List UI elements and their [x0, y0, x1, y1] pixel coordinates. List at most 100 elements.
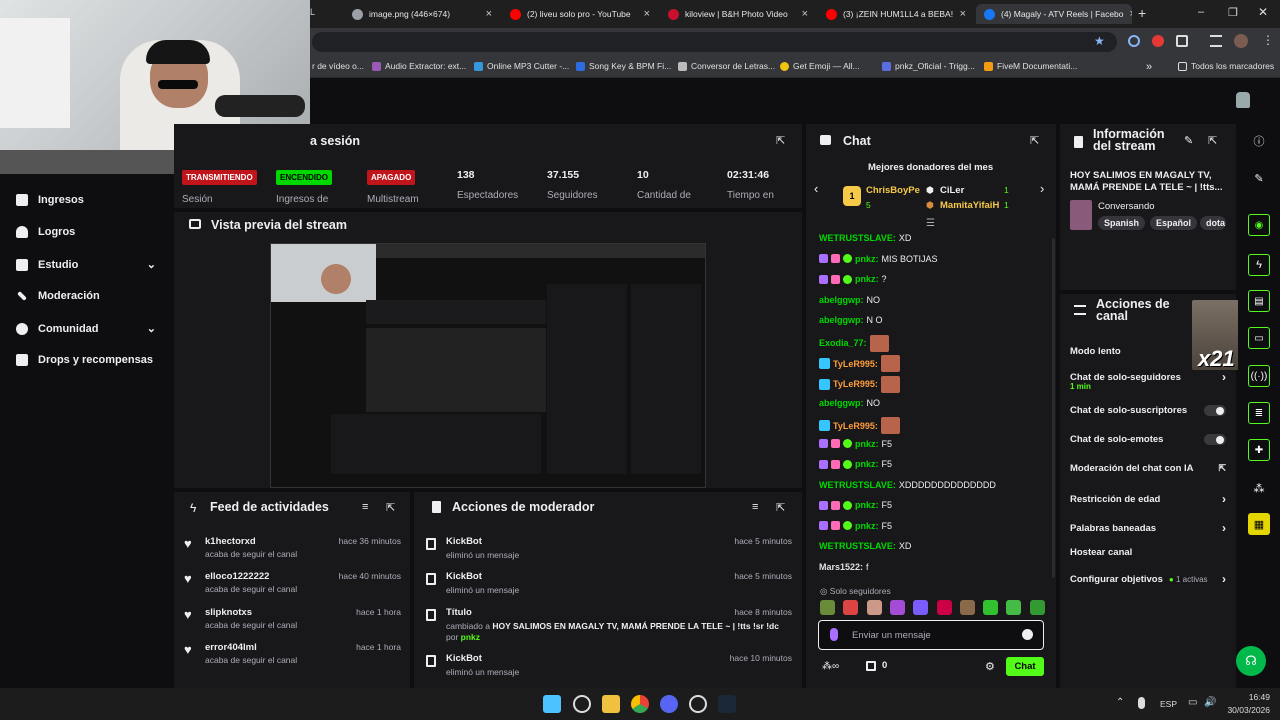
emote-picker-item[interactable] — [913, 600, 929, 615]
bookmark-7[interactable]: FiveM Documentati... — [984, 61, 1077, 71]
feed-user[interactable]: elloco1222222 — [205, 571, 269, 582]
category-thumbnail[interactable] — [1070, 200, 1092, 230]
mic-icon[interactable] — [1138, 697, 1145, 709]
all-bookmarks[interactable]: Todos los marcadores — [1178, 61, 1274, 71]
chat-username[interactable]: WETRUSTSLAVE: — [819, 480, 896, 490]
chat-username[interactable]: pnkz: — [855, 500, 879, 510]
sliders-icon[interactable]: ≣ — [1248, 402, 1270, 424]
bookmark-1[interactable]: Audio Extractor: ext... — [372, 61, 466, 71]
chat-username[interactable]: WETRUSTSLAVE: — [819, 541, 896, 551]
bookmarks-overflow[interactable]: » — [1146, 61, 1152, 73]
chat-username[interactable]: TyLeR995: — [833, 421, 878, 431]
lightning-icon[interactable]: ϟ — [1248, 254, 1270, 276]
info-icon[interactable]: ⓘ — [1248, 130, 1270, 152]
chat-bubble-icon[interactable]: ▭ — [1248, 327, 1270, 349]
menu-icon[interactable]: ⋮ — [1262, 33, 1274, 47]
channel-action-row[interactable]: Chat de solo-suscriptores — [1070, 405, 1226, 416]
channel-action-row[interactable]: Restricción de edad › — [1070, 492, 1226, 506]
broadcast-icon[interactable]: ((·)) — [1248, 365, 1270, 387]
chat-username[interactable]: WETRUSTSLAVE: — [819, 233, 896, 243]
popout-icon[interactable]: ⇱ — [1208, 134, 1217, 147]
chat-username[interactable]: pnkz: — [855, 439, 879, 449]
bookmark-0[interactable]: r de vídeo o... — [312, 61, 364, 71]
search-icon[interactable] — [573, 695, 591, 713]
language-indicator[interactable]: ESP — [1160, 699, 1177, 709]
store-icon[interactable] — [866, 661, 876, 671]
chat-username[interactable]: abelggwp: — [819, 295, 864, 305]
sidebar-item-logros[interactable]: Logros — [16, 226, 75, 238]
chevron-up-icon[interactable]: ⌃ — [1116, 697, 1124, 708]
document-icon[interactable]: ▤ — [1248, 290, 1270, 312]
close-icon[interactable]: × — [486, 8, 492, 20]
channel-action-row[interactable]: Configurar objetivos ● 1 activas › — [1070, 572, 1226, 586]
popout-icon[interactable]: ⇱ — [1030, 134, 1039, 147]
feed-user[interactable]: k1hectorxd — [205, 536, 256, 547]
filter-icon[interactable]: ≡ — [752, 501, 758, 513]
media-icon[interactable] — [1210, 35, 1222, 47]
clock-time[interactable]: 16:49 — [1226, 692, 1270, 702]
chat-username[interactable]: pnkz: — [855, 254, 879, 264]
popout-icon[interactable]: ⇱ — [776, 501, 785, 514]
chat-username[interactable]: TyLeR995: — [833, 379, 878, 389]
chevron-left-icon[interactable]: ‹ — [814, 181, 818, 196]
feed-user[interactable]: error404lml — [205, 642, 257, 653]
chat-scrollbar[interactable] — [1052, 238, 1055, 578]
tag[interactable]: Español — [1150, 216, 1198, 230]
address-field[interactable] — [312, 32, 1117, 52]
channel-action-row[interactable]: Hostear canal — [1070, 547, 1226, 558]
emote-picker-item[interactable] — [866, 600, 882, 615]
mod-by-user[interactable]: pnkz — [461, 632, 480, 642]
tab-4-active[interactable]: (4) Magaly - ATV Reels | Facebo × — [976, 4, 1132, 24]
tab-2[interactable]: kiloview | B&H Photo Video × — [660, 4, 816, 24]
mic-icon[interactable] — [830, 628, 838, 641]
sidebar-item-ingresos[interactable]: Ingresos — [16, 194, 84, 206]
mod-user[interactable]: KickBot — [446, 653, 482, 664]
clock-date[interactable]: 30/03/2026 — [1220, 705, 1270, 715]
feed-user[interactable]: slipknotxs — [205, 607, 252, 618]
popout-icon[interactable]: ⇱ — [776, 134, 785, 147]
folder-icon[interactable] — [602, 695, 620, 713]
close-icon[interactable]: × — [644, 8, 650, 20]
tab-3[interactable]: (3) ¡ZEIN HUM1LL4 a BEBA! × — [818, 4, 974, 24]
close-icon[interactable]: × — [960, 8, 966, 20]
windows-start-icon[interactable] — [543, 695, 561, 713]
new-tab-icon[interactable]: + — [1138, 5, 1146, 21]
emote-picker-item[interactable] — [959, 600, 975, 615]
people-icon[interactable]: ⁂ — [1248, 477, 1270, 499]
focus-icon[interactable]: ◉ — [1248, 214, 1270, 236]
chat-username[interactable]: abelggwp: — [819, 398, 864, 408]
tab-0[interactable]: image.png (446×674) × — [344, 4, 500, 24]
obs-icon[interactable] — [689, 695, 707, 713]
wrench-icon[interactable]: ✚ — [1248, 439, 1270, 461]
clapper-icon[interactable]: ▦ — [1248, 513, 1270, 535]
chrome-icon[interactable] — [631, 695, 649, 713]
support-icon[interactable]: ☊ — [1236, 646, 1266, 676]
user-avatar[interactable] — [1236, 92, 1250, 108]
stream-preview-video[interactable] — [270, 243, 706, 488]
tag[interactable]: Spanish — [1098, 216, 1146, 230]
close-icon[interactable]: × — [1130, 8, 1132, 20]
partial-tab[interactable]: L — [310, 7, 315, 17]
emote-picker-item[interactable] — [936, 600, 952, 615]
mod-user[interactable]: KickBot — [446, 571, 482, 582]
chat-username[interactable]: abelggwp: — [819, 315, 864, 325]
bookmark-2[interactable]: Online MP3 Cutter -... — [474, 61, 569, 71]
channel-action-row[interactable]: Palabras baneadas › — [1070, 521, 1226, 535]
extension-icon[interactable] — [1128, 35, 1140, 47]
tab-1[interactable]: (2) liveu solo pro - YouTube × — [502, 4, 658, 24]
popout-icon[interactable]: ⇱ — [386, 501, 395, 514]
emote-picker-item[interactable] — [889, 600, 905, 615]
chat-username[interactable]: TyLeR995: — [833, 359, 878, 369]
edit-icon[interactable]: ✎ — [1248, 167, 1270, 189]
tag[interactable]: dota — [1200, 216, 1226, 230]
chat-username[interactable]: Exodia_77: — [819, 338, 867, 348]
extension-icon[interactable] — [1152, 35, 1164, 47]
chevron-right-icon[interactable]: › — [1040, 181, 1044, 196]
bookmark-3[interactable]: Song Key & BPM Fi... — [576, 61, 671, 71]
sidebar-item-drops[interactable]: Drops y recompensas — [16, 354, 153, 366]
sidebar-item-comunidad[interactable]: Comunidad ⌄ — [16, 322, 156, 335]
discord-icon[interactable] — [660, 695, 678, 713]
volume-icon[interactable]: 🔊 — [1204, 697, 1216, 708]
emote-picker-item[interactable] — [983, 600, 999, 615]
mod-user[interactable]: Título — [446, 607, 472, 618]
